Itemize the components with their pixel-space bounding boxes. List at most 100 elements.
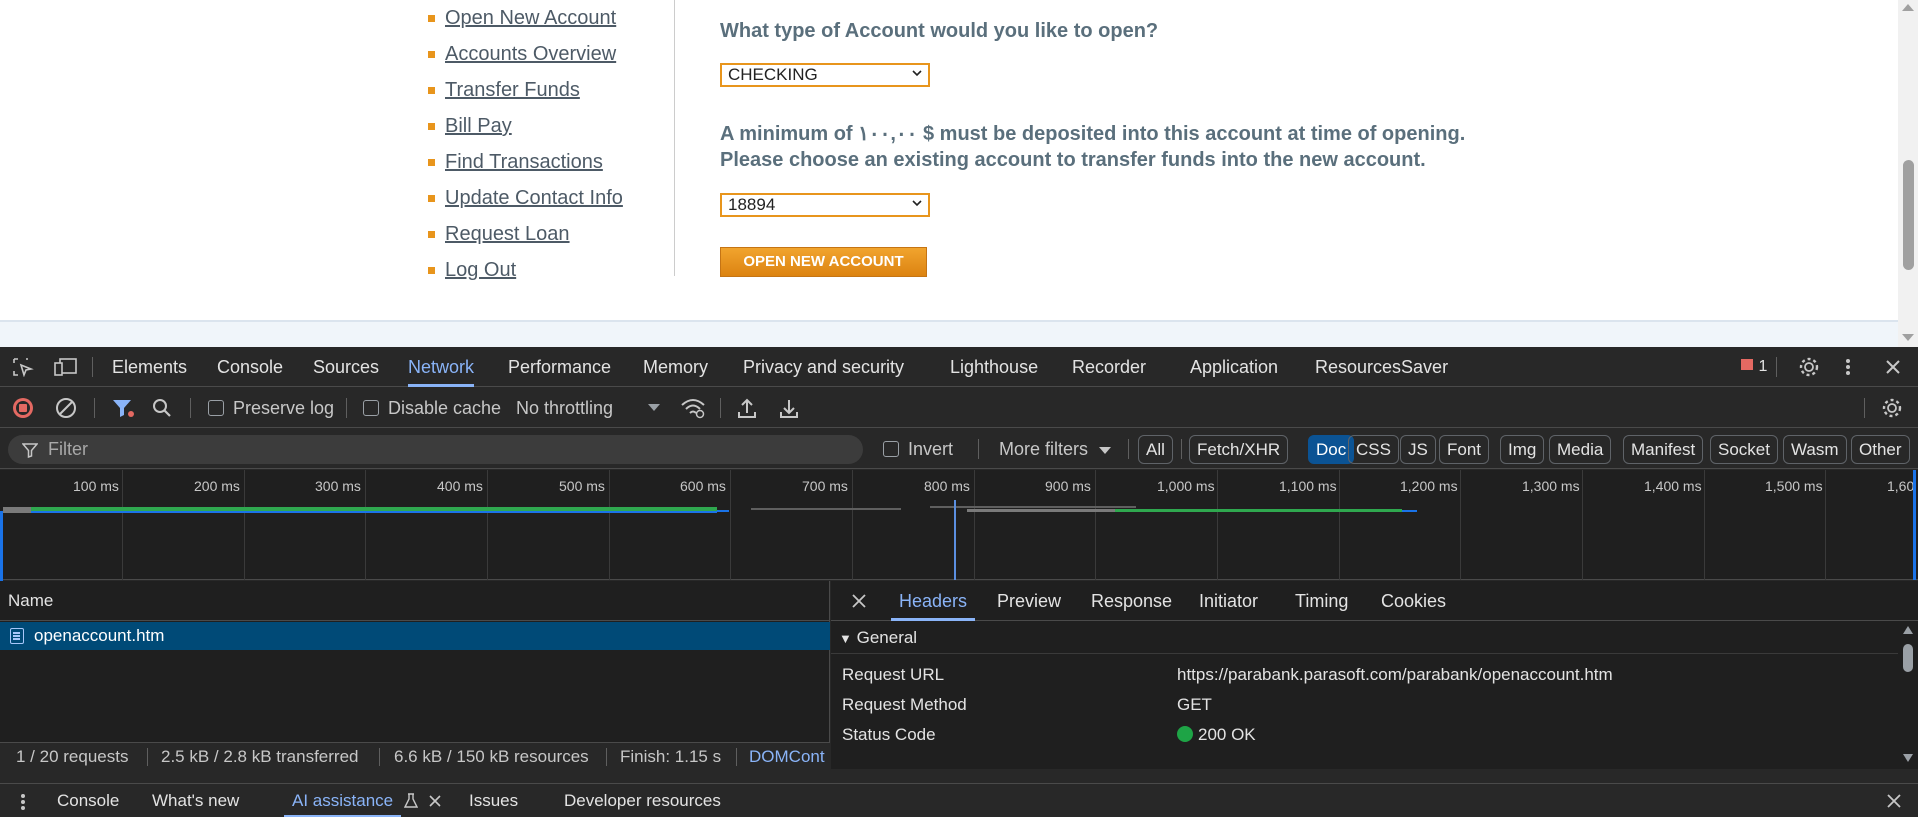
chip-other[interactable]: Other <box>1851 435 1910 464</box>
caret-down-icon <box>1099 447 1112 454</box>
tab-cookies[interactable]: Cookies <box>1381 581 1446 621</box>
menu-item-open-new-account[interactable]: Open New Account <box>428 7 616 30</box>
separator <box>379 748 380 766</box>
from-account-select[interactable]: 18894 <box>720 193 930 217</box>
tab-network[interactable]: Network <box>408 347 475 387</box>
chip-wasm[interactable]: Wasm <box>1783 435 1847 464</box>
more-options-icon[interactable] <box>1844 357 1852 377</box>
menu-link[interactable]: Log Out <box>445 259 516 282</box>
account-type-question: What type of Account would you like to o… <box>720 20 1159 42</box>
import-har-icon[interactable] <box>737 397 757 419</box>
tab-privacy-and-security[interactable]: Privacy and security <box>743 347 904 387</box>
network-settings-gear-icon[interactable] <box>1881 397 1903 419</box>
chip-css[interactable]: CSS <box>1348 435 1399 464</box>
stop-recording-icon[interactable] <box>12 397 34 419</box>
drawer-tab-developer-resources[interactable]: Developer resources <box>564 784 721 817</box>
preserve-log-checkbox[interactable] <box>208 400 224 416</box>
inspect-element-icon[interactable] <box>12 357 34 377</box>
filter-bar: Filter Invert More filters All Fetch/XHR… <box>0 429 1918 469</box>
scroll-down-icon[interactable] <box>1903 754 1913 762</box>
domcontentloaded-time: DOMCont <box>749 747 825 766</box>
search-icon[interactable] <box>152 398 172 418</box>
tab-sources[interactable]: Sources <box>313 347 379 387</box>
network-conditions-icon[interactable] <box>680 397 706 419</box>
tab-elements[interactable]: Elements <box>112 347 187 387</box>
page-scrollbar[interactable] <box>1898 0 1918 347</box>
scroll-down-icon[interactable] <box>1902 334 1914 341</box>
drawer-menu-icon[interactable] <box>20 793 26 811</box>
menu-item-update-contact-info[interactable]: Update Contact Info <box>428 187 623 210</box>
export-har-icon[interactable] <box>779 397 799 419</box>
tab-initiator[interactable]: Initiator <box>1199 581 1258 621</box>
scroll-up-icon[interactable] <box>1902 4 1914 11</box>
tab-console[interactable]: Console <box>217 347 283 387</box>
drawer-tab-ai-assistance[interactable]: AI assistance <box>283 784 402 817</box>
menu-link[interactable]: Find Transactions <box>445 151 603 174</box>
finish-time: Finish: 1.15 s <box>620 747 722 766</box>
chip-img[interactable]: Img <box>1500 435 1545 464</box>
close-devtools-icon[interactable] <box>1885 359 1901 375</box>
chip-all[interactable]: All <box>1138 435 1173 464</box>
chip-manifest[interactable]: Manifest <box>1623 435 1704 464</box>
issues-badge[interactable]: 1 <box>1740 357 1767 377</box>
invert-checkbox[interactable] <box>883 441 899 457</box>
chip-fetch-xhr[interactable]: Fetch/XHR <box>1189 435 1289 464</box>
tick-label: 1,000 ms <box>1157 478 1215 494</box>
tab-timing[interactable]: Timing <box>1295 581 1348 621</box>
tab-recorder[interactable]: Recorder <box>1072 347 1146 387</box>
disable-cache-checkbox[interactable] <box>363 400 379 416</box>
menu-item-find-transactions[interactable]: Find Transactions <box>428 151 603 174</box>
menu-link[interactable]: Open New Account <box>445 7 616 30</box>
selection-right-handle[interactable] <box>1913 470 1916 580</box>
details-scrollbar[interactable] <box>1898 622 1918 769</box>
device-toolbar-icon[interactable] <box>54 357 78 377</box>
name-column-header[interactable]: Name <box>0 581 830 621</box>
timeline-overview[interactable]: 100 ms 200 ms 300 ms 400 ms 500 ms 600 m… <box>0 470 1918 581</box>
caret-down-icon[interactable] <box>648 404 660 412</box>
settings-gear-icon[interactable] <box>1798 356 1820 378</box>
menu-link[interactable]: Accounts Overview <box>445 43 616 66</box>
tab-performance[interactable]: Performance <box>508 347 611 387</box>
close-details-icon[interactable] <box>851 593 867 609</box>
menu-item-request-loan[interactable]: Request Loan <box>428 223 570 246</box>
clear-icon[interactable] <box>55 397 77 419</box>
close-tab-icon[interactable] <box>429 795 441 807</box>
tab-lighthouse[interactable]: Lighthouse <box>950 347 1038 387</box>
general-section-header[interactable]: ▼ General <box>831 622 1901 654</box>
selection-left-handle[interactable] <box>0 511 3 581</box>
tab-preview[interactable]: Preview <box>997 581 1061 621</box>
filter-icon[interactable] <box>111 397 135 419</box>
tab-resourcessaver[interactable]: ResourcesSaver <box>1315 347 1448 387</box>
tab-headers[interactable]: Headers <box>890 581 976 621</box>
chip-js[interactable]: JS <box>1400 435 1436 464</box>
menu-link[interactable]: Update Contact Info <box>445 187 623 210</box>
menu-item-bill-pay[interactable]: Bill Pay <box>428 115 512 138</box>
menu-item-accounts-overview[interactable]: Accounts Overview <box>428 43 616 66</box>
tick-label: 1,300 ms <box>1522 478 1580 494</box>
more-filters-dropdown[interactable]: More filters <box>999 429 1112 469</box>
chip-font[interactable]: Font <box>1439 435 1490 464</box>
drawer-tab-console[interactable]: Console <box>57 784 119 817</box>
menu-item-log-out[interactable]: Log Out <box>428 259 516 282</box>
drawer-tab-whats-new[interactable]: What's new <box>152 784 239 817</box>
menu-link[interactable]: Transfer Funds <box>445 79 580 102</box>
tab-application[interactable]: Application <box>1190 347 1278 387</box>
scrollbar-thumb[interactable] <box>1903 644 1913 672</box>
chip-media[interactable]: Media <box>1549 435 1612 464</box>
close-drawer-icon[interactable] <box>1887 794 1901 808</box>
menu-link[interactable]: Bill Pay <box>445 115 512 138</box>
open-new-account-button[interactable]: OPEN NEW ACCOUNT <box>720 247 927 277</box>
menu-item-transfer-funds[interactable]: Transfer Funds <box>428 79 580 102</box>
request-row[interactable]: openaccount.htm <box>0 622 830 650</box>
drawer-tab-issues[interactable]: Issues <box>469 784 518 817</box>
scrollbar-thumb[interactable] <box>1903 160 1914 270</box>
filter-input[interactable]: Filter <box>8 435 863 464</box>
menu-link[interactable]: Request Loan <box>445 223 570 246</box>
tab-response[interactable]: Response <box>1091 581 1172 621</box>
throttling-select[interactable]: No throttling <box>516 388 613 428</box>
tab-memory[interactable]: Memory <box>643 347 708 387</box>
account-type-select[interactable]: CHECKING <box>720 63 930 87</box>
scroll-up-icon[interactable] <box>1903 626 1913 634</box>
bullet-icon <box>428 15 435 22</box>
chip-socket[interactable]: Socket <box>1710 435 1778 464</box>
